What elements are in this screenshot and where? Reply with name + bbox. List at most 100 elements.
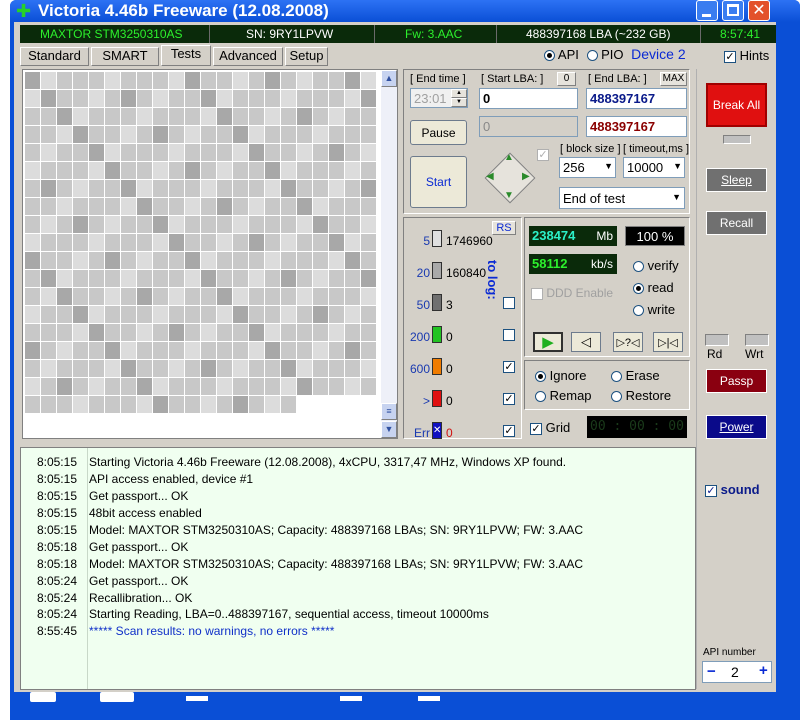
remap-radio[interactable] xyxy=(535,391,546,403)
end-mode-select[interactable]: End of test ▼ xyxy=(559,187,685,209)
tab-smart[interactable]: SMART xyxy=(91,47,159,66)
decrement-button[interactable]: − xyxy=(707,663,716,680)
start-button[interactable]: Start xyxy=(410,156,467,208)
log-message: Recallibration... OK xyxy=(89,590,193,605)
scroll-up-button[interactable]: ▲ xyxy=(381,70,397,87)
sector-block xyxy=(217,234,232,251)
write-radio[interactable] xyxy=(633,305,644,317)
rewind-button[interactable]: ◁ xyxy=(571,332,601,352)
sector-block xyxy=(121,396,136,413)
power-button[interactable]: Power xyxy=(706,415,767,439)
grid-toggle[interactable]: ✓ Grid xyxy=(530,420,570,435)
sector-block xyxy=(169,234,184,251)
taskbar-icon[interactable] xyxy=(186,696,208,701)
tab-advanced[interactable]: Advanced xyxy=(213,47,283,66)
sector-block xyxy=(169,198,184,215)
taskbar-icon[interactable] xyxy=(340,696,362,701)
sector-block xyxy=(201,378,216,395)
dpad-checkbox[interactable]: ✓ xyxy=(537,149,549,161)
hints-checkbox[interactable]: ✓ xyxy=(724,50,736,63)
break-all-button[interactable]: Break All xyxy=(706,83,767,127)
erase-option[interactable]: Erase xyxy=(611,368,660,383)
tab-standard[interactable]: Standard xyxy=(20,47,89,66)
block-size-select[interactable]: 256 ▼ xyxy=(559,157,616,178)
scroll-thumb[interactable]: ≡ xyxy=(381,403,397,420)
taskbar-icon[interactable] xyxy=(418,696,440,701)
sleep-button[interactable]: Sleep xyxy=(706,168,767,192)
close-button[interactable]: ✕ xyxy=(748,0,770,21)
sector-block xyxy=(185,324,200,341)
sector-block xyxy=(265,342,280,359)
log-checkbox[interactable]: ✓ xyxy=(503,425,515,437)
verify-radio[interactable] xyxy=(633,261,644,273)
title-bar[interactable]: ✚ Victoria 4.46b Freeware (12.08.2008) ✕ xyxy=(10,0,800,22)
sector-block xyxy=(329,90,344,107)
sector-block xyxy=(105,162,120,179)
pause-button[interactable]: Pause xyxy=(410,120,467,145)
sector-block xyxy=(297,198,312,215)
hints-toggle[interactable]: ✓ Hints xyxy=(724,48,769,63)
tab-tests[interactable]: Tests xyxy=(161,45,211,66)
sector-block xyxy=(313,180,328,197)
arrow-right-icon[interactable]: ▶ xyxy=(522,171,530,182)
start-lba-zero-button[interactable]: 0 xyxy=(557,72,576,86)
read-radio[interactable] xyxy=(633,283,644,295)
erase-radio[interactable] xyxy=(611,371,622,383)
arrow-down-icon[interactable]: ▼ xyxy=(504,190,514,201)
sector-block xyxy=(297,90,312,107)
sector-block xyxy=(201,108,216,125)
api-radio[interactable] xyxy=(544,50,555,62)
arrow-left-icon[interactable]: ◀ xyxy=(486,171,494,182)
sector-block xyxy=(233,396,248,413)
current-end-field: 488397167 xyxy=(586,116,687,137)
scroll-down-button[interactable]: ▼ xyxy=(381,421,397,438)
sector-block xyxy=(89,342,104,359)
api-number-stepper[interactable]: − 2 + xyxy=(702,661,772,683)
play-button[interactable]: ▶ xyxy=(533,332,563,352)
restore-option[interactable]: Restore xyxy=(611,388,671,403)
timeout-select[interactable]: 10000 ▼ xyxy=(623,157,685,178)
sound-toggle[interactable]: ✓ sound xyxy=(705,482,760,497)
end-skip-button[interactable]: ▷|◁ xyxy=(653,332,683,352)
log-checkbox[interactable]: ✓ xyxy=(503,361,515,373)
tab-setup[interactable]: Setup xyxy=(285,47,328,66)
increment-button[interactable]: + xyxy=(759,662,768,679)
write-option[interactable]: write xyxy=(633,302,675,317)
recall-button[interactable]: Recall xyxy=(706,211,767,235)
taskbar-icon[interactable] xyxy=(100,692,134,702)
device-label[interactable]: Device 2 xyxy=(631,46,685,62)
log-checkbox[interactable] xyxy=(503,329,515,341)
stat-threshold: 5 xyxy=(423,234,430,248)
direction-pad[interactable]: ▲ ◀ ▶ ▼ xyxy=(480,148,540,208)
ddd-checkbox[interactable] xyxy=(531,287,543,300)
start-lba-field[interactable]: 0 xyxy=(479,88,578,109)
arrow-up-icon[interactable]: ▲ xyxy=(504,152,514,163)
spin-down-icon[interactable]: ▼ xyxy=(451,98,467,107)
spin-up-icon[interactable]: ▲ xyxy=(451,89,467,98)
end-lba-max-button[interactable]: MAX xyxy=(660,72,687,86)
sector-block xyxy=(233,144,248,161)
ignore-option[interactable]: Ignore xyxy=(535,368,587,383)
grid-scrollbar[interactable]: ▲ ≡ ▼ xyxy=(381,70,397,438)
read-option[interactable]: read xyxy=(633,280,674,295)
pause-skip-button[interactable]: ▷?◁ xyxy=(613,332,643,352)
restore-radio[interactable] xyxy=(611,391,622,403)
end-lba-field[interactable]: 488397167 xyxy=(586,88,687,109)
sector-block xyxy=(73,72,88,89)
sound-checkbox[interactable]: ✓ xyxy=(705,484,717,497)
log-checkbox[interactable] xyxy=(503,297,515,309)
taskbar-icon[interactable] xyxy=(30,692,56,702)
verify-option[interactable]: verify xyxy=(633,258,679,273)
minimize-button[interactable] xyxy=(696,0,718,21)
end-time-spinner[interactable]: ▲ ▼ xyxy=(451,89,467,107)
pio-radio[interactable] xyxy=(586,50,598,62)
maximize-button[interactable] xyxy=(722,0,744,21)
sector-block xyxy=(121,198,136,215)
passp-button[interactable]: Passp xyxy=(706,369,767,393)
sector-block xyxy=(41,324,56,341)
log-checkbox[interactable]: ✓ xyxy=(503,393,515,405)
remap-option[interactable]: Remap xyxy=(535,388,592,403)
sector-block xyxy=(105,126,120,143)
ignore-radio[interactable] xyxy=(535,371,546,383)
grid-checkbox[interactable]: ✓ xyxy=(530,422,542,435)
